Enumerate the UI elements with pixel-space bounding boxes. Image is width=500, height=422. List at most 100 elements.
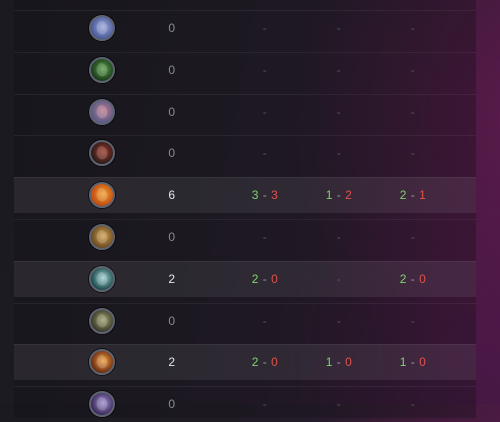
empty-record: - <box>336 104 342 119</box>
total-count: 6 <box>168 188 176 203</box>
record-a-cell: 2 - 0 <box>235 272 295 286</box>
record-a-cell: 3 - 3 <box>235 188 295 202</box>
record-c-cell: - <box>383 230 443 244</box>
record-separator: - <box>258 355 272 370</box>
empty-record: - <box>336 313 342 328</box>
losses-count: 0 <box>419 355 427 370</box>
record-separator: - <box>406 188 420 203</box>
empty-record: - <box>336 230 342 244</box>
record-b-cell: 1 - 0 <box>309 355 369 369</box>
record-c-cell: - <box>383 105 443 119</box>
total-count: 0 <box>168 62 176 77</box>
empty-record: - <box>336 397 342 412</box>
record-c-cell: - <box>383 146 443 160</box>
record-b-cell: 1 - 2 <box>309 188 369 202</box>
record-a-cell: - <box>235 146 295 160</box>
crossed-blades-icon <box>89 15 115 41</box>
stone-skull-icon <box>89 307 115 334</box>
total-count: 0 <box>168 146 176 161</box>
empty-record: - <box>336 271 342 286</box>
table-row[interactable]: 0 - - - <box>14 51 476 88</box>
orange-spike-icon <box>89 349 115 376</box>
empty-record: - <box>262 104 268 119</box>
record-c-cell: - <box>383 397 443 411</box>
record-a-cell: - <box>235 63 295 77</box>
empty-record: - <box>410 397 416 412</box>
wins-count: 1 <box>325 188 333 203</box>
empty-record: - <box>262 146 268 161</box>
record-a-cell: - <box>235 397 295 411</box>
table-row[interactable]: 22 - 0-2 - 0 <box>14 260 476 297</box>
table-row[interactable]: 0 - - - <box>14 135 476 171</box>
record-separator: - <box>258 271 272 286</box>
wins-count: 1 <box>399 355 407 370</box>
total-count: 0 <box>168 21 176 35</box>
total-count: 0 <box>168 397 176 412</box>
wins-count: 2 <box>251 271 259 286</box>
empty-record: - <box>410 21 416 35</box>
table-row[interactable]: 0 - - - <box>14 219 476 255</box>
violet-orb-icon <box>89 391 115 418</box>
record-a-cell: - <box>235 230 295 244</box>
table-row[interactable]: 63 - 31 - 22 - 1 <box>14 177 476 214</box>
flaming-sword-icon <box>89 182 115 209</box>
record-c-cell: 2 - 0 <box>383 272 443 286</box>
record-b-cell: - <box>309 21 369 35</box>
table-row[interactable]: 0 - - - <box>14 10 476 46</box>
total-count: 2 <box>168 271 176 286</box>
table-row[interactable]: 0 - - - <box>14 302 476 339</box>
record-b-cell: - <box>309 314 369 328</box>
losses-count: 0 <box>271 271 279 286</box>
empty-record: - <box>410 146 416 161</box>
record-b-cell: - <box>309 397 369 411</box>
record-c-cell: 1 - 0 <box>383 355 443 369</box>
record-separator: - <box>332 355 346 370</box>
empty-record: - <box>410 62 416 77</box>
losses-count: 1 <box>419 188 427 203</box>
record-a-cell: - <box>235 21 295 35</box>
dark-red-icon <box>89 140 115 167</box>
table-row[interactable]: 22 - 01 - 01 - 0 <box>14 344 476 381</box>
record-b-cell: - <box>309 272 369 286</box>
record-c-cell: - <box>383 63 443 77</box>
record-separator: - <box>332 188 346 203</box>
teal-gear-icon <box>89 265 115 292</box>
total-count: 0 <box>168 313 176 328</box>
empty-record: - <box>410 104 416 119</box>
record-a-cell: 2 - 0 <box>235 355 295 369</box>
empty-record: - <box>336 21 342 35</box>
losses-count: 0 <box>271 355 279 370</box>
wins-count: 3 <box>251 188 259 203</box>
green-beast-icon <box>89 56 115 83</box>
total-count: 0 <box>168 230 176 244</box>
empty-record: - <box>262 313 268 328</box>
record-c-cell: 2 - 1 <box>383 188 443 202</box>
losses-count: 2 <box>345 188 353 203</box>
empty-record: - <box>410 230 416 244</box>
losses-count: 0 <box>419 271 427 286</box>
wins-count: 2 <box>399 188 407 203</box>
grey-rune-icon <box>89 98 115 125</box>
losses-count: 0 <box>345 355 353 370</box>
losses-count: 3 <box>271 188 279 203</box>
empty-record: - <box>262 397 268 412</box>
record-c-cell: - <box>383 314 443 328</box>
record-b-cell: - <box>309 230 369 244</box>
empty-record: - <box>336 146 342 161</box>
record-separator: - <box>406 355 420 370</box>
record-a-cell: - <box>235 105 295 119</box>
record-a-cell: - <box>235 314 295 328</box>
total-count: 0 <box>168 104 176 119</box>
table-row[interactable]: 0 - - - <box>14 386 476 422</box>
table-row[interactable]: 0 - - - <box>14 93 476 130</box>
record-b-cell: - <box>309 146 369 160</box>
empty-record: - <box>410 313 416 328</box>
wins-count: 2 <box>251 355 259 370</box>
wins-count: 1 <box>325 355 333 370</box>
empty-record: - <box>262 62 268 77</box>
record-c-cell: - <box>383 21 443 35</box>
gold-crest-icon <box>89 224 115 250</box>
record-separator: - <box>406 271 420 286</box>
wins-count: 2 <box>399 271 407 286</box>
empty-record: - <box>336 62 342 77</box>
